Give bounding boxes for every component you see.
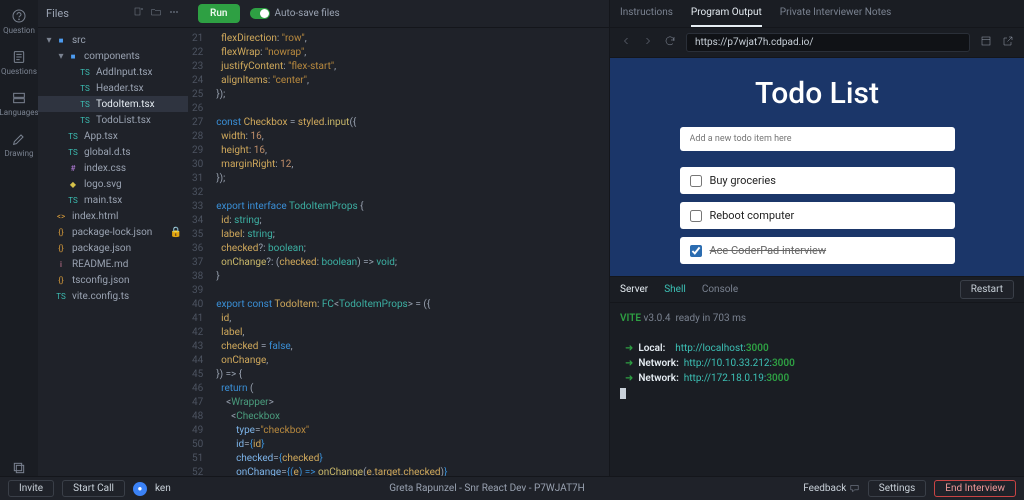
file-tree-item[interactable]: TSTodoItem.tsx <box>38 96 188 112</box>
new-file-icon[interactable] <box>132 6 144 21</box>
file-tree-item[interactable]: TSglobal.d.ts <box>38 144 188 160</box>
footer-user: ken <box>155 483 171 494</box>
tab-program-output[interactable]: Program Output <box>691 0 762 27</box>
right-panel: Instructions Program Output Private Inte… <box>609 0 1024 476</box>
code-editor[interactable]: 2122232425262728293031323334353637383940… <box>188 28 609 476</box>
preview-todo-item[interactable]: Buy groceries <box>680 167 955 194</box>
file-icon: TS <box>54 292 68 301</box>
footer-session-title: Greta Rapunzel - Snr React Dev - P7WJAT7… <box>389 483 585 494</box>
preview-todo-checkbox[interactable] <box>690 245 702 257</box>
url-input[interactable] <box>686 33 970 52</box>
preview-todo-item[interactable]: Reboot computer <box>680 202 955 229</box>
popout-icon[interactable] <box>1002 35 1014 50</box>
app-preview: Todo List Buy groceries Reboot computer Ac… <box>610 58 1024 276</box>
files-panel: Files ▾■src▾■componentsTSAddInput.tsxTSH… <box>38 0 188 476</box>
file-tree-item[interactable]: ▾■src <box>38 32 188 48</box>
console-tab-shell[interactable]: Shell <box>664 284 686 295</box>
file-tree-item[interactable]: TSmain.tsx <box>38 192 188 208</box>
start-call-button[interactable]: Start Call <box>62 480 125 497</box>
file-icon: TS <box>78 100 92 109</box>
file-tree-item[interactable]: #index.css <box>38 160 188 176</box>
preview-todo-checkbox[interactable] <box>690 175 702 187</box>
forward-icon[interactable] <box>642 35 654 50</box>
autosave-label: Auto-save files <box>275 8 340 19</box>
feedback-link[interactable]: Feedback <box>803 483 860 494</box>
autosave-toggle[interactable] <box>250 8 270 19</box>
file-icon: TS <box>66 132 80 141</box>
activity-drawing[interactable]: Drawing <box>4 131 33 158</box>
file-tree-item[interactable]: ◆logo.svg <box>38 176 188 192</box>
lock-icon: 🔒 <box>170 227 182 238</box>
file-tree-item[interactable]: {}package.json <box>38 240 188 256</box>
copy-icon[interactable] <box>11 460 27 476</box>
file-tree-item[interactable]: ▾■components <box>38 48 188 64</box>
settings-button[interactable]: Settings <box>868 480 927 497</box>
run-button[interactable]: Run <box>198 4 240 23</box>
tab-instructions[interactable]: Instructions <box>620 0 673 27</box>
file-tree-item[interactable]: TSTodoList.tsx <box>38 112 188 128</box>
file-icon: ■ <box>54 36 68 45</box>
file-icon: <> <box>54 212 68 221</box>
file-icon: # <box>66 164 80 173</box>
file-tree-item[interactable]: TSAddInput.tsx <box>38 64 188 80</box>
file-tree-item[interactable]: TSHeader.tsx <box>38 80 188 96</box>
reload-icon[interactable] <box>664 35 676 50</box>
file-tree-item[interactable]: {}package-lock.json🔒 <box>38 224 188 240</box>
file-icon: TS <box>78 116 92 125</box>
preview-title: Todo List <box>755 76 879 111</box>
console-output[interactable]: VITE v3.0.4 ready in 703 ms ➜ Local: htt… <box>610 303 1024 476</box>
file-tree-item[interactable]: iREADME.md <box>38 256 188 272</box>
preview-todo-checkbox[interactable] <box>690 210 702 222</box>
activity-questions[interactable]: Questions <box>1 49 37 76</box>
end-interview-button[interactable]: End Interview <box>934 480 1016 497</box>
file-icon: {} <box>54 276 68 285</box>
file-tree-item[interactable]: TSvite.config.ts <box>38 288 188 304</box>
file-tree-item[interactable]: {}tsconfig.json <box>38 272 188 288</box>
restart-button[interactable]: Restart <box>960 280 1014 299</box>
file-icon: i <box>54 260 68 269</box>
file-icon: ◆ <box>66 180 80 189</box>
tab-interviewer-notes[interactable]: Private Interviewer Notes <box>780 0 892 27</box>
new-folder-icon[interactable] <box>150 6 162 21</box>
file-icon: {} <box>54 244 68 253</box>
preview-todo-item[interactable]: Ace CoderPad interview <box>680 237 955 264</box>
devtools-icon[interactable] <box>980 35 992 50</box>
console-panel: Server Shell Console Restart VITE v3.0.4… <box>610 276 1024 476</box>
footer-bar: Invite Start Call ● ken Greta Rapunzel -… <box>0 476 1024 500</box>
activity-bar: Question Questions Languages Drawing <box>0 0 38 476</box>
editor-panel: Run Auto-save files 21222324252627282930… <box>188 0 609 476</box>
more-icon[interactable] <box>168 6 180 21</box>
preview-add-input[interactable] <box>680 127 955 151</box>
invite-button[interactable]: Invite <box>8 480 54 497</box>
back-icon[interactable] <box>620 35 632 50</box>
console-tab-server[interactable]: Server <box>620 284 648 295</box>
files-title: Files <box>46 7 69 20</box>
console-tab-console[interactable]: Console <box>702 284 738 295</box>
file-tree-item[interactable]: <>index.html <box>38 208 188 224</box>
activity-languages[interactable]: Languages <box>0 90 39 117</box>
file-icon: TS <box>78 68 92 77</box>
file-icon: ■ <box>66 52 80 61</box>
file-tree: ▾■src▾■componentsTSAddInput.tsxTSHeader.… <box>38 28 188 476</box>
file-icon: TS <box>66 196 80 205</box>
avatar[interactable]: ● <box>133 482 147 496</box>
file-icon: TS <box>66 148 80 157</box>
file-icon: TS <box>78 84 92 93</box>
activity-question[interactable]: Question <box>3 8 35 35</box>
file-tree-item[interactable]: TSApp.tsx <box>38 128 188 144</box>
file-icon: {} <box>54 228 68 237</box>
